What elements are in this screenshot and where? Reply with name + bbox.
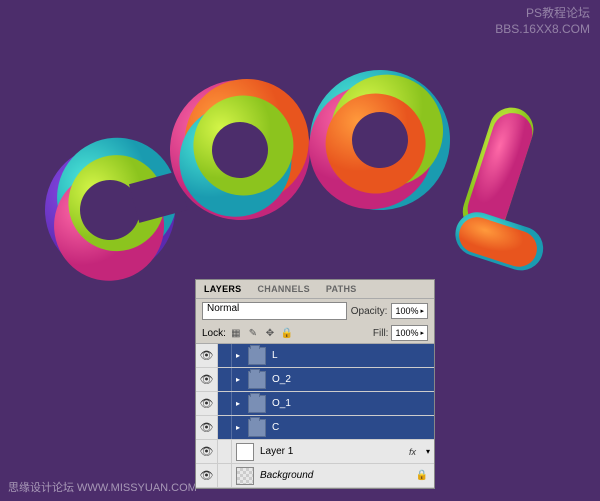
lock-brush-icon[interactable]: ✎ xyxy=(246,326,260,340)
lock-label: Lock: xyxy=(202,328,226,339)
layer-name[interactable]: C xyxy=(270,422,434,433)
layer-name[interactable]: Background xyxy=(258,470,416,481)
layer-thumbnail xyxy=(236,467,254,485)
lock-move-icon[interactable]: ✥ xyxy=(263,326,277,340)
layer-name[interactable]: O_2 xyxy=(270,374,434,385)
eye-icon[interactable]: 👁 xyxy=(200,421,214,434)
fill-field[interactable]: 100%▸ xyxy=(391,325,428,341)
folder-icon xyxy=(248,371,266,389)
tab-layers[interactable]: LAYERS xyxy=(196,280,249,298)
layer-row-background[interactable]: 👁 Background 🔒 xyxy=(196,464,434,488)
expand-icon[interactable]: ▸ xyxy=(232,423,244,432)
expand-icon[interactable]: ▸ xyxy=(232,375,244,384)
canvas-artwork xyxy=(40,30,560,290)
chevron-right-icon: ▸ xyxy=(420,329,424,337)
watermark-bottom-left: 思缘设计论坛 WWW.MISSYUAN.COM xyxy=(8,479,197,495)
lock-all-icon[interactable]: 🔒 xyxy=(280,326,294,340)
layer-row-folder[interactable]: 👁 ▸ O_1 xyxy=(196,392,434,416)
tab-paths[interactable]: PATHS xyxy=(318,280,365,298)
eye-icon[interactable]: 👁 xyxy=(200,469,214,482)
tab-channels[interactable]: CHANNELS xyxy=(249,280,317,298)
eye-icon[interactable]: 👁 xyxy=(200,373,214,386)
panel-tabs: LAYERS CHANNELS PATHS xyxy=(196,280,434,299)
layer-thumbnail xyxy=(236,443,254,461)
lock-transparency-icon[interactable]: ▦ xyxy=(229,326,243,340)
blend-mode-select[interactable]: Normal xyxy=(202,302,347,320)
fx-badge[interactable]: fx xyxy=(409,447,422,457)
layer-list: 👁 ▸ L 👁 ▸ O_2 👁 ▸ O_1 👁 ▸ C xyxy=(196,344,434,488)
expand-icon[interactable]: ▸ xyxy=(232,399,244,408)
layer-row-folder[interactable]: 👁 ▸ L xyxy=(196,344,434,368)
chevron-right-icon: ▸ xyxy=(420,307,424,315)
layer-name[interactable]: O_1 xyxy=(270,398,434,409)
opacity-field[interactable]: 100%▸ xyxy=(391,303,428,319)
folder-icon xyxy=(248,347,266,365)
layer-row-folder[interactable]: 👁 ▸ C xyxy=(196,416,434,440)
layer-row[interactable]: 👁 Layer 1 fx ▾ xyxy=(196,440,434,464)
layer-name[interactable]: L xyxy=(270,350,434,361)
expand-icon[interactable]: ▸ xyxy=(232,351,244,360)
fx-expand-icon[interactable]: ▾ xyxy=(422,447,434,456)
opacity-label: Opacity: xyxy=(351,306,388,317)
layer-row-folder[interactable]: 👁 ▸ O_2 xyxy=(196,368,434,392)
folder-icon xyxy=(248,419,266,437)
fill-label: Fill: xyxy=(373,328,389,339)
layers-panel: LAYERS CHANNELS PATHS Normal Opacity: 10… xyxy=(195,279,435,489)
folder-icon xyxy=(248,395,266,413)
eye-icon[interactable]: 👁 xyxy=(200,349,214,362)
eye-icon[interactable]: 👁 xyxy=(200,445,214,458)
eye-icon[interactable]: 👁 xyxy=(200,397,214,410)
lock-icon: 🔒 xyxy=(416,470,434,481)
layer-name[interactable]: Layer 1 xyxy=(258,446,409,457)
